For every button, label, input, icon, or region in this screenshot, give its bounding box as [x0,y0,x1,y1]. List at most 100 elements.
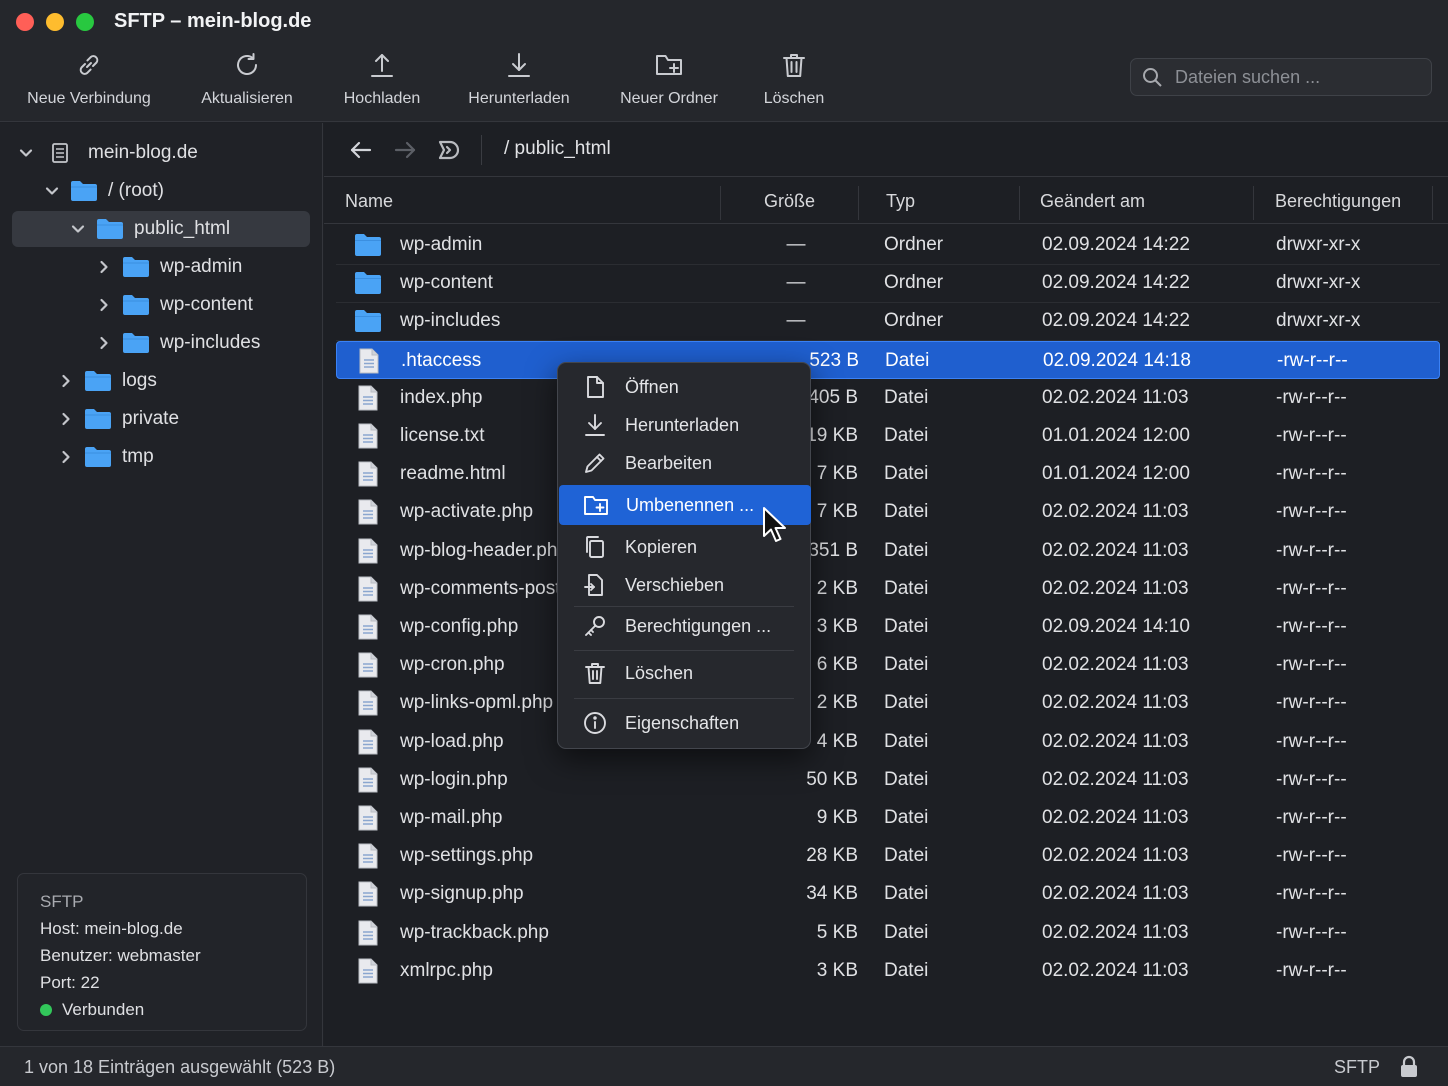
chevron-down-icon[interactable] [44,183,60,199]
tree-item-public-html[interactable]: public_html [12,211,310,247]
info-port: Port: 22 [40,973,100,992]
download-button[interactable]: Herunterladen [464,50,574,114]
current-path: / public_html [504,138,611,159]
lock-icon [1401,1055,1417,1077]
cell-size: — [786,310,806,331]
chevron-right-icon[interactable] [58,373,74,389]
key-icon [585,616,605,636]
table-row[interactable]: .htaccess 523 B Datei 02.09.2024 14:18 -rw-r… [336,341,1440,379]
cell-permissions: drwxr-xr-x [1276,234,1361,255]
menu-label-download: Herunterladen [625,414,740,435]
upload-button[interactable]: Hochladen [340,50,424,114]
folder-icon [85,447,111,467]
tree-label-public-html: public_html [134,218,231,239]
table-row[interactable]: license.txt 19 KB Datei 01.01.2024 12:00 -rw… [336,417,1440,455]
cell-type: Datei [885,350,930,371]
chevron-right-icon[interactable] [58,411,74,427]
tree-item-tmp[interactable]: tmp [58,439,298,475]
table-row[interactable]: xmlrpc.php 3 KB Datei 02.02.2024 11:03 -rw-r… [336,952,1440,990]
cell-permissions: -rw-r--r-- [1276,807,1347,828]
cell-modified: 02.02.2024 11:03 [1042,845,1189,866]
table-row[interactable]: wp-cron.php 6 KB Datei 02.02.2024 11:03 -rw-… [336,646,1440,684]
minimize-window-button[interactable] [46,13,64,31]
menu-label-open: Öffnen [625,376,679,397]
cell-size: — [786,272,806,293]
menu-item-move[interactable]: Verschieben [558,565,810,605]
chevron-down-icon[interactable] [70,221,86,237]
table-row[interactable]: wp-content — Ordner 02.09.2024 14:22 drwxr-x… [336,264,1440,302]
new-connection-label: Neue Verbindung [27,90,151,107]
menu-item-edit[interactable]: Bearbeiten [558,443,810,483]
chevron-right-icon[interactable] [96,297,112,313]
maximize-window-button[interactable] [76,13,94,31]
cell-permissions: -rw-r--r-- [1276,387,1347,408]
table-row[interactable]: wp-config.php 3 KB Datei 02.09.2024 14:10 -r… [336,608,1440,646]
document-icon [358,958,378,984]
cell-modified: 01.01.2024 12:00 [1042,463,1190,484]
search-input[interactable] [1175,66,1425,88]
column-name[interactable]: Name [345,191,393,212]
tree-item-wp-includes[interactable]: wp-includes [96,325,306,361]
search-box[interactable] [1130,58,1432,96]
table-row[interactable]: wp-login.php 50 KB Datei 02.02.2024 11:03 -r… [336,761,1440,799]
column-type[interactable]: Typ [886,191,915,212]
back-button[interactable] [348,137,374,163]
new-folder-button[interactable]: Neuer Ordner [616,50,722,114]
column-size[interactable]: Größe [764,191,815,212]
table-row[interactable]: wp-comments-post.php 2 KB Datei 02.02.2024 … [336,570,1440,608]
tree-item-private[interactable]: private [58,401,298,437]
forward-button[interactable] [392,137,418,163]
folder-icon [123,257,149,277]
table-row[interactable]: wp-settings.php 28 KB Datei 02.02.2024 11:0… [336,837,1440,875]
delete-button[interactable]: Löschen [760,50,828,114]
folder-icon [123,295,149,315]
cell-permissions: -rw-r--r-- [1276,845,1347,866]
chevron-right-icon[interactable] [96,259,112,275]
table-row[interactable]: wp-load.php 4 KB Datei 02.02.2024 11:03 -rw-… [336,723,1440,761]
table-row[interactable]: readme.html 7 KB Datei 01.01.2024 12:00 -rw-… [336,455,1440,493]
menu-item-delete[interactable]: Löschen [558,653,810,693]
menu-separator [574,698,794,699]
table-row[interactable]: wp-trackback.php 5 KB Datei 02.02.2024 11:0… [336,914,1440,952]
cell-permissions: -rw-r--r-- [1276,960,1347,981]
protocol-status: SFTP [1334,1057,1381,1077]
table-row[interactable]: wp-mail.php 9 KB Datei 02.02.2024 11:03 -rw-… [336,799,1440,837]
menu-item-properties[interactable]: Eigenschaften [558,703,810,743]
chevron-right-icon[interactable] [58,449,74,465]
menu-item-download[interactable]: Herunterladen [558,405,810,445]
window-title: SFTP – mein-blog.de [114,10,312,32]
new-connection-button[interactable]: Neue Verbindung [24,50,154,114]
table-row[interactable]: index.php 405 B Datei 02.02.2024 11:03 -rw-r… [336,379,1440,417]
tree-item-wp-admin[interactable]: wp-admin [96,249,306,285]
table-row[interactable]: wp-signup.php 34 KB Datei 02.02.2024 11:03 -… [336,875,1440,913]
folder-icon [85,409,111,429]
tree-item-root[interactable]: / (root) [44,173,304,209]
info-status-label: Verbunden [62,1000,145,1019]
tree-item-wp-content[interactable]: wp-content [96,287,306,323]
table-row[interactable]: wp-links-opml.php 2 KB Datei 02.02.2024 11:… [336,684,1440,722]
column-modified[interactable]: Geändert am [1040,191,1145,212]
cell-type: Datei [884,578,929,599]
table-row[interactable]: wp-includes — Ordner 02.09.2024 14:22 drwxr-… [336,302,1440,340]
chevron-right-icon[interactable] [96,335,112,351]
up-directory-button[interactable] [436,137,462,163]
cell-name: wp-mail.php [400,807,503,828]
menu-item-permissions[interactable]: Berechtigungen ... [558,606,810,646]
table-row[interactable]: wp-blog-header.php 351 B Datei 02.02.2024 1… [336,532,1440,570]
refresh-button[interactable]: Aktualisieren [198,50,296,114]
table-row[interactable]: wp-activate.php 7 KB Datei 02.02.2024 11:03… [336,493,1440,531]
cell-modified: 02.09.2024 14:22 [1042,310,1190,331]
table-row[interactable]: wp-admin — Ordner 02.09.2024 14:22 drwxr-xr-… [336,226,1440,264]
cell-modified: 02.02.2024 11:03 [1042,692,1189,713]
cell-name: index.php [400,387,483,408]
menu-item-open[interactable]: Öffnen [558,367,810,407]
cell-name: wp-trackback.php [400,922,549,943]
column-permissions[interactable]: Berechtigungen [1275,191,1401,212]
tree-item-server[interactable]: mein-blog.de [18,135,308,171]
document-icon [358,576,378,602]
chevron-down-icon[interactable] [18,145,34,161]
tree-item-logs[interactable]: logs [58,363,298,399]
close-window-button[interactable] [16,13,34,31]
sftp-window: SFTP – mein-blog.de Neue Verbindung Aktu… [0,0,1448,1086]
new-folder-label: Neuer Ordner [620,90,718,107]
